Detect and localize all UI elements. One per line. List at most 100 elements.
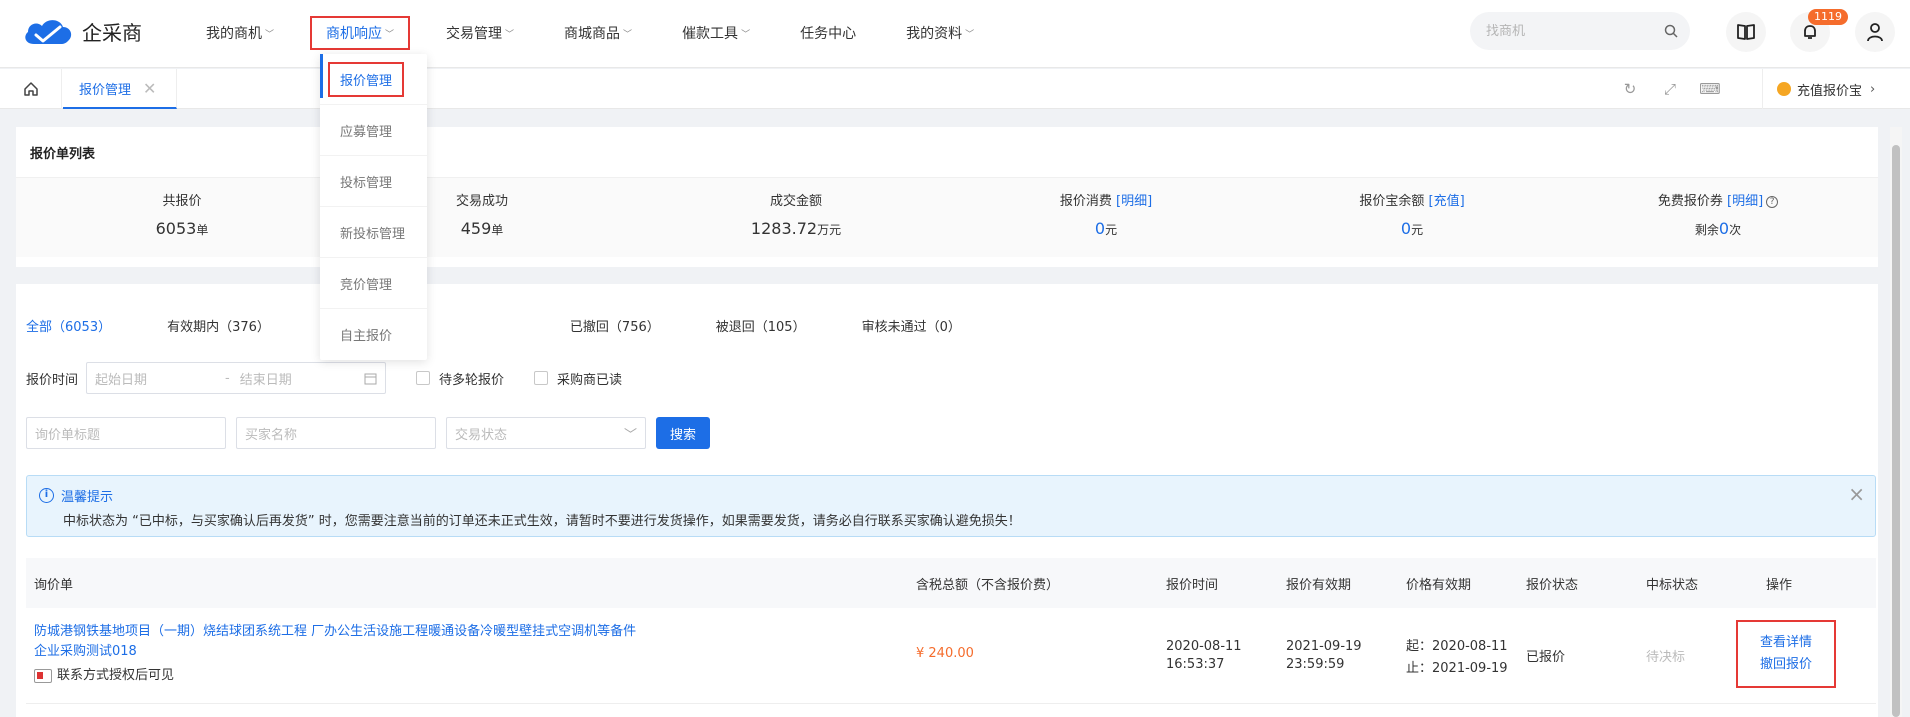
chevron-down-icon: ﹀ [385, 29, 395, 40]
filter-rejected[interactable]: 审核未通过（0） [862, 316, 961, 335]
price-end: 止：2021-09-19 [1406, 661, 1508, 676]
quote-date: 2020-08-11 [1166, 639, 1242, 654]
detail-link[interactable]: [明细] [1116, 194, 1152, 209]
quote-validity-cell: 2021-09-19 23:59:59 [1286, 638, 1362, 674]
logo[interactable]: 企采商 [22, 14, 142, 48]
chevron-down-icon: ﹀ [741, 29, 751, 40]
dropdown-item-recruit-management[interactable]: 应募管理 [320, 105, 427, 156]
stat-label: 报价宝余额 [充值] [1312, 190, 1512, 209]
dropdown-item-label: 竞价管理 [340, 277, 393, 293]
end-date-input[interactable]: 结束日期 [240, 369, 364, 388]
refresh-icon[interactable]: ↻ [1610, 80, 1650, 98]
tab-quote-management[interactable]: 报价管理 ✕ [63, 69, 177, 109]
dropdown-item-new-bid-management[interactable]: 新投标管理 [320, 207, 427, 258]
top-nav: 企采商 我的商机 ﹀ 商机响应 ﹀ 交易管理 ﹀ 商城商品 ﹀ 催款工具 ﹀ 任务中心 我… [0, 0, 1910, 68]
stat-value: 6053单 [82, 219, 282, 238]
pending-multi-round-checkbox[interactable]: 待多轮报价 [416, 369, 504, 388]
search-input[interactable] [1486, 23, 1664, 39]
buyer-name-input[interactable]: 买家名称 [236, 417, 436, 449]
inquiry-title-link[interactable]: 防城港钢铁基地项目（一期）烧结球团系统工程 厂办公生活设施工程暖通设备冷暖型壁挂… [34, 622, 636, 642]
detail-link[interactable]: [明细] [1727, 194, 1763, 209]
nav-my-profile[interactable]: 我的资料 ﹀ [892, 16, 988, 50]
book-icon [1737, 24, 1755, 40]
valid-date: 2021-09-19 [1286, 639, 1362, 654]
close-icon[interactable]: ✕ [143, 79, 156, 98]
quote-list-card: 全部（6053） 有效期内（376） 已撤回（756） 被退回（105） 审核未… [16, 284, 1878, 717]
brand-name: 企采商 [82, 20, 142, 45]
search-button[interactable]: 搜索 [656, 417, 710, 449]
recharge-link[interactable]: [充值] [1429, 194, 1465, 209]
withdraw-quote-link[interactable]: 撤回报价 [1760, 654, 1812, 676]
user-icon [1867, 23, 1883, 42]
chevron-down-icon: ﹀ [623, 427, 637, 443]
calendar-icon [364, 373, 377, 384]
filter-all[interactable]: 全部（6053） [26, 316, 111, 335]
stat-label: 报价消费 [明细] [1006, 190, 1206, 209]
search-row: 询价单标题 买家名称 交易状态 ﹀ 搜索 [26, 417, 710, 449]
trade-status-select[interactable]: 交易状态 ﹀ [446, 417, 646, 449]
buyer-link[interactable]: 企业采购测试018 [34, 642, 636, 662]
dropdown-item-bid-management[interactable]: 投标管理 [320, 156, 427, 207]
filter-valid[interactable]: 有效期内（376） [167, 316, 270, 335]
recharge-label: 充值报价宝 [1797, 83, 1863, 99]
col-quote-validity: 报价有效期 [1286, 577, 1352, 593]
main-menu: 我的商机 ﹀ 商机响应 ﹀ 交易管理 ﹀ 商城商品 ﹀ 催款工具 ﹀ 任务中心 我的资料 ﹀ [192, 0, 1010, 66]
keyboard-icon[interactable]: ⌨ [1690, 80, 1730, 98]
filter-returned[interactable]: 被退回（105） [716, 316, 806, 335]
date-label: 报价时间 [26, 372, 79, 388]
view-details-link[interactable]: 查看详情 [1760, 632, 1812, 654]
notification-badge: 1119 [1808, 9, 1848, 25]
search-icon[interactable] [1664, 24, 1678, 38]
recharge-quote-treasure-button[interactable]: 充值报价宝 › [1762, 69, 1910, 109]
amount-cell: ¥ 240.00 [916, 646, 974, 661]
nav-collection-tools[interactable]: 催款工具 ﹀ [668, 16, 764, 50]
nav-label: 我的商机 [206, 26, 262, 42]
status-filter-tabs: 全部（6053） 有效期内（376） 已撤回（756） 被退回（105） 审核未… [26, 316, 1017, 335]
page-scrollbar[interactable] [1890, 127, 1902, 717]
notification-button[interactable]: 1119 [1790, 9, 1848, 52]
stats-strip: 共报价 6053单 交易成功 459单 成交金额 1283.72万元 报价消费 … [16, 177, 1878, 257]
nav-label: 商城商品 [564, 26, 621, 42]
info-icon: i [39, 488, 54, 503]
dropdown-item-self-quote[interactable]: 自主报价 [320, 309, 427, 360]
close-icon[interactable]: × [1848, 482, 1865, 506]
help-icon[interactable]: ? [1766, 195, 1779, 208]
col-inquiry: 询价单 [34, 577, 74, 593]
dropdown-item-label: 投标管理 [340, 175, 393, 191]
nav-opportunity-response[interactable]: 商机响应 ﹀ [310, 16, 411, 50]
home-tab[interactable] [0, 69, 62, 109]
inquiry-title-input[interactable]: 询价单标题 [26, 417, 226, 449]
user-account-button[interactable] [1855, 12, 1895, 52]
nav-trade-management[interactable]: 交易管理 ﹀ [432, 16, 528, 50]
date-separator: - [225, 370, 230, 386]
checkbox-box[interactable] [534, 371, 549, 385]
table-header: 询价单 含税总额（不含报价费） 报价时间 报价有效期 价格有效期 报价状态 中标… [26, 558, 1876, 608]
buyer-read-checkbox[interactable]: 采购商已读 [534, 369, 622, 388]
nav-my-opportunities[interactable]: 我的商机 ﹀ [192, 16, 288, 50]
col-quote-status: 报价状态 [1526, 577, 1579, 593]
nav-label: 任务中心 [800, 26, 857, 42]
guide-book-button[interactable] [1726, 12, 1766, 52]
date-range-picker[interactable]: 起始日期 - 结束日期 [86, 362, 387, 394]
start-date-input[interactable]: 起始日期 [95, 369, 215, 388]
col-operations: 操作 [1766, 577, 1793, 593]
nav-mall-products[interactable]: 商城商品 ﹀ [550, 16, 646, 50]
dropdown-item-auction-management[interactable]: 竞价管理 [320, 258, 427, 309]
stat-prefix: 剩余 [1694, 223, 1719, 237]
cloud-logo-icon [25, 20, 72, 44]
filter-withdrawn[interactable]: 已撤回（756） [570, 316, 660, 335]
stat-unit: 万元 [817, 223, 842, 237]
stat-unit: 次 [1729, 223, 1742, 237]
col-bid-status: 中标状态 [1646, 577, 1699, 593]
dropdown-item-label: 报价管理 [328, 61, 405, 97]
nav-label: 交易管理 [446, 26, 503, 42]
nav-label: 商机响应 [326, 26, 383, 42]
fullscreen-icon[interactable]: ⤢ [1650, 80, 1690, 98]
nav-task-center[interactable]: 任务中心 [786, 16, 870, 50]
col-amount: 含税总额（不含报价费） [916, 577, 1060, 593]
checkbox-box[interactable] [416, 371, 431, 385]
dropdown-item-quote-management[interactable]: 报价管理 [320, 54, 427, 105]
scrollbar-thumb[interactable] [1892, 145, 1900, 717]
stat-number: 1283.72 [750, 219, 818, 238]
opportunity-search [1470, 12, 1690, 50]
